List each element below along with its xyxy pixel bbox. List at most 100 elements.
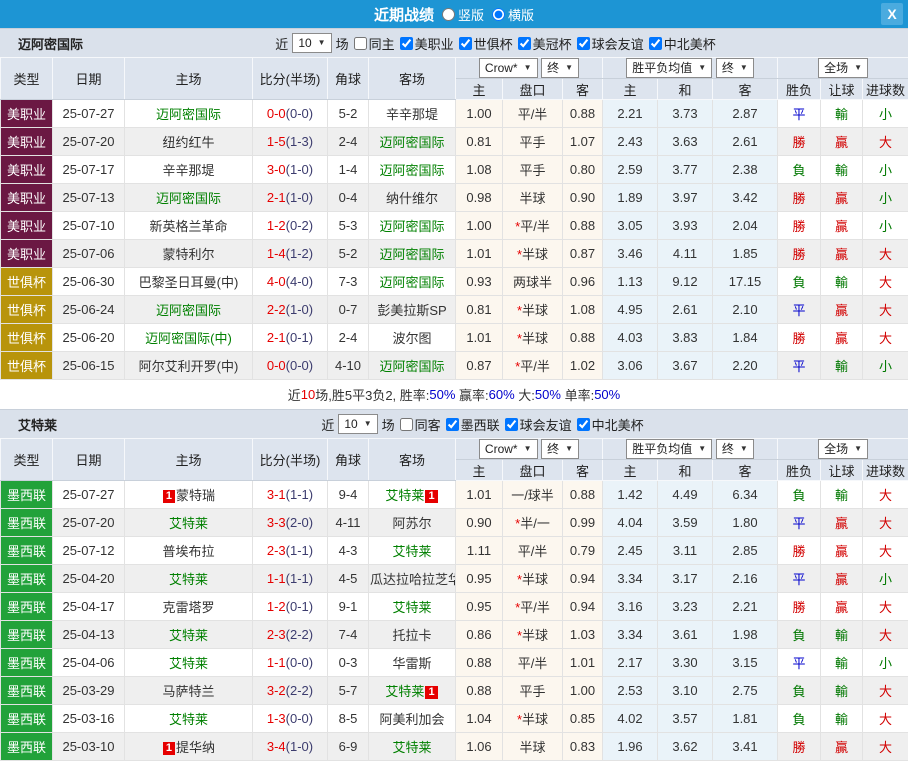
close-icon[interactable]: X (881, 3, 903, 25)
handicap: 半球 (503, 733, 563, 761)
chevron-down-icon: ▼ (565, 441, 573, 457)
team-name-text: 艾特莱 (169, 516, 208, 531)
league-checkbox[interactable]: 球会友谊 (504, 415, 572, 434)
result-handicap-value: 輸 (835, 107, 848, 122)
league-checkbox-input[interactable] (505, 418, 518, 431)
match-score: 2-3(2-2) (253, 621, 328, 649)
league-checkbox[interactable]: 墨西联 (445, 415, 500, 434)
period-group: 全场▼ (778, 439, 908, 460)
same-venue-checkbox-input[interactable] (354, 37, 367, 50)
period-select[interactable]: 全场▼ (818, 58, 868, 78)
vertical-layout-radio[interactable]: 竖版 (442, 5, 484, 24)
horizontal-radio-input[interactable] (492, 8, 505, 21)
table-row: 美职业25-07-17辛辛那堤3-0(1-0)1-4迈阿密国际1.08平手0.8… (1, 156, 908, 184)
games-count-select-value: 10 (344, 416, 357, 432)
avg-stage-select[interactable]: 终▼ (716, 439, 754, 459)
team-name-text: 艾特莱 (392, 544, 431, 559)
horizontal-layout-radio[interactable]: 横版 (492, 5, 534, 24)
halftime-score: (0-0) (286, 106, 313, 121)
away-odds: 0.79 (563, 537, 603, 565)
team-name-text: 迈阿密国际 (379, 359, 444, 374)
odds-stage-select[interactable]: 终▼ (541, 58, 579, 78)
league-badge: 墨西联 (1, 649, 53, 677)
league-badge: 墨西联 (1, 565, 53, 593)
match-date: 25-07-13 (53, 184, 125, 212)
result-handicap: 贏 (821, 212, 863, 240)
avg-draw: 3.10 (658, 677, 713, 705)
odds-source-select[interactable]: Crow*▼ (479, 58, 538, 78)
league-checkbox-input[interactable] (649, 37, 662, 50)
match-score: 1-1(0-0) (253, 649, 328, 677)
halftime-score: (0-0) (286, 358, 313, 373)
home-odds: 0.90 (456, 509, 503, 537)
avg-type-select[interactable]: 胜平负均值▼ (626, 58, 712, 78)
league-checkbox[interactable]: 美冠杯 (517, 34, 572, 53)
match-score: 3-3(2-0) (253, 509, 328, 537)
summary-part: 场,胜5平3负2, 胜率: (315, 385, 429, 404)
same-venue-checkbox[interactable]: 同客 (399, 415, 441, 434)
home-team: 1蒙特瑞 (125, 481, 253, 509)
fulltime-score: 2-3 (267, 627, 286, 642)
col-header: 客场 (369, 439, 456, 481)
away-team: 迈阿密国际 (369, 156, 456, 184)
match-date: 25-06-24 (53, 296, 125, 324)
league-checkbox[interactable]: 世俱杯 (458, 34, 513, 53)
halftime-score: (1-0) (286, 302, 313, 317)
result-goals: 大 (863, 481, 908, 509)
halftime-score: (1-1) (286, 543, 313, 558)
result-wdl: 勝 (778, 128, 821, 156)
corner-score: 2-4 (328, 324, 369, 352)
result-wdl-value: 勝 (793, 191, 806, 206)
home-odds: 0.95 (456, 593, 503, 621)
games-count-select[interactable]: 10▼ (338, 414, 377, 434)
league-checkbox-label: 美职业 (415, 34, 454, 53)
avg-lose: 2.87 (713, 100, 778, 128)
same-venue-checkbox-input[interactable] (400, 418, 413, 431)
league-checkbox-input[interactable] (577, 37, 590, 50)
result-wdl: 負 (778, 621, 821, 649)
handicap: 平/半 (503, 100, 563, 128)
result-goals-value: 小 (879, 219, 892, 234)
avg-win: 3.46 (603, 240, 658, 268)
league-checkbox[interactable]: 中北美杯 (648, 34, 716, 53)
league-checkbox-label: 墨西联 (461, 415, 500, 434)
avg-lose: 1.80 (713, 509, 778, 537)
handicap: *半球 (503, 324, 563, 352)
chevron-down-icon: ▼ (698, 441, 706, 457)
fulltime-score: 1-2 (267, 599, 286, 614)
league-checkbox-input[interactable] (518, 37, 531, 50)
league-checkbox-input[interactable] (459, 37, 472, 50)
home-odds: 0.93 (456, 268, 503, 296)
games-count-select[interactable]: 10▼ (292, 33, 331, 53)
league-checkbox[interactable]: 中北美杯 (576, 415, 644, 434)
result-handicap: 贏 (821, 593, 863, 621)
corner-score: 7-4 (328, 621, 369, 649)
result-wdl-value: 負 (793, 488, 806, 503)
away-odds: 0.85 (563, 705, 603, 733)
avg-stage-select[interactable]: 终▼ (716, 58, 754, 78)
result-handicap: 輸 (821, 268, 863, 296)
avg-type-select[interactable]: 胜平负均值▼ (626, 439, 712, 459)
avg-lose: 3.15 (713, 649, 778, 677)
page-title: 近期战绩 (374, 4, 434, 25)
vertical-radio-input[interactable] (442, 8, 455, 21)
halftime-score: (2-2) (286, 683, 313, 698)
handicap: *半球 (503, 296, 563, 324)
result-wdl-value: 勝 (793, 544, 806, 559)
league-checkbox-input[interactable] (446, 418, 459, 431)
league-checkbox[interactable]: 美职业 (399, 34, 454, 53)
avg-draw: 3.93 (658, 212, 713, 240)
league-checkbox-input[interactable] (577, 418, 590, 431)
same-venue-checkbox[interactable]: 同主 (353, 34, 395, 53)
match-score: 1-2(0-2) (253, 212, 328, 240)
period-select[interactable]: 全场▼ (818, 439, 868, 459)
table-row: 墨西联25-07-12普埃布拉2-3(1-1)4-3艾特莱1.11平/半0.79… (1, 537, 908, 565)
league-checkbox[interactable]: 球会友谊 (576, 34, 644, 53)
odds-source-select[interactable]: Crow*▼ (479, 439, 538, 459)
filter-bar: 近10▼场同主美职业世俱杯美冠杯球会友谊中北美杯 (275, 33, 715, 53)
table-row: 墨西联25-07-271蒙特瑞3-1(1-1)9-4艾特莱11.01一/球半0.… (1, 481, 908, 509)
match-score: 0-0(0-0) (253, 100, 328, 128)
sub-col-header: 主 (456, 460, 503, 481)
league-checkbox-input[interactable] (400, 37, 413, 50)
odds-stage-select[interactable]: 终▼ (541, 439, 579, 459)
